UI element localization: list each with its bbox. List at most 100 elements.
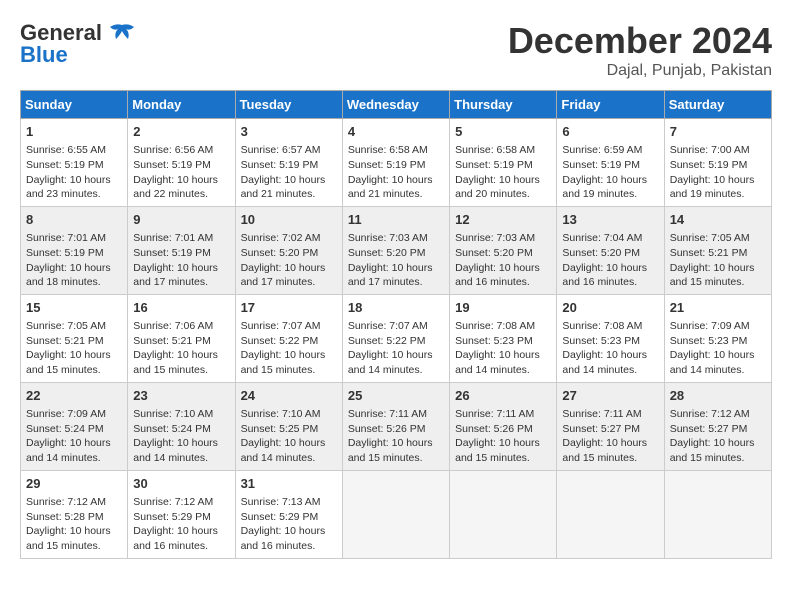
week-row-2: 8 Sunrise: 7:01 AMSunset: 5:19 PMDaylight… bbox=[21, 206, 772, 294]
day-number: 28 bbox=[670, 387, 766, 405]
day-number: 30 bbox=[133, 475, 229, 493]
calendar-cell: 19Sunrise: 7:08 AMSunset: 5:23 PMDayligh… bbox=[450, 294, 557, 382]
calendar-cell bbox=[664, 470, 771, 558]
day-number: 5 bbox=[455, 123, 551, 141]
page-header: General Blue December 2024 Dajal, Punjab… bbox=[20, 20, 772, 80]
day-info: Sunrise: 7:11 AMSunset: 5:26 PMDaylight:… bbox=[348, 408, 433, 464]
logo-blue: Blue bbox=[20, 42, 68, 68]
col-header-friday: Friday bbox=[557, 91, 664, 119]
header-row: SundayMondayTuesdayWednesdayThursdayFrid… bbox=[21, 91, 772, 119]
calendar-cell: 17Sunrise: 7:07 AMSunset: 5:22 PMDayligh… bbox=[235, 294, 342, 382]
calendar-cell bbox=[342, 470, 449, 558]
calendar-cell: 5 Sunrise: 6:58 AMSunset: 5:19 PMDaylight… bbox=[450, 119, 557, 207]
day-info: Sunrise: 7:12 AMSunset: 5:29 PMDaylight:… bbox=[133, 496, 218, 552]
day-info: Sunrise: 7:07 AMSunset: 5:22 PMDaylight:… bbox=[241, 320, 326, 376]
week-row-3: 15 Sunrise: 7:05 AMSunset: 5:21 PMDayligh… bbox=[21, 294, 772, 382]
day-info: Sunrise: 7:05 AMSunset: 5:21 PMDaylight:… bbox=[26, 320, 111, 376]
day-number: 20 bbox=[562, 299, 658, 317]
calendar-table: SundayMondayTuesdayWednesdayThursdayFrid… bbox=[20, 90, 772, 559]
calendar-cell: 4Sunrise: 6:58 AMSunset: 5:19 PMDaylight… bbox=[342, 119, 449, 207]
week-row-5: 29 Sunrise: 7:12 AMSunset: 5:28 PMDayligh… bbox=[21, 470, 772, 558]
week-row-4: 22 Sunrise: 7:09 AMSunset: 5:24 PMDayligh… bbox=[21, 382, 772, 470]
day-info: Sunrise: 6:55 AMSunset: 5:19 PMDaylight:… bbox=[26, 144, 111, 200]
day-info: Sunrise: 6:58 AMSunset: 5:19 PMDaylight:… bbox=[455, 144, 540, 200]
week-row-1: 1 Sunrise: 6:55 AMSunset: 5:19 PMDaylight… bbox=[21, 119, 772, 207]
day-number: 3 bbox=[241, 123, 337, 141]
calendar-cell: 9Sunrise: 7:01 AMSunset: 5:19 PMDaylight… bbox=[128, 206, 235, 294]
day-info: Sunrise: 7:11 AMSunset: 5:26 PMDaylight:… bbox=[455, 408, 540, 464]
location-title: Dajal, Punjab, Pakistan bbox=[508, 62, 772, 80]
calendar-cell bbox=[450, 470, 557, 558]
day-number: 23 bbox=[133, 387, 229, 405]
col-header-sunday: Sunday bbox=[21, 91, 128, 119]
day-number: 14 bbox=[670, 211, 766, 229]
day-number: 19 bbox=[455, 299, 551, 317]
day-info: Sunrise: 7:09 AMSunset: 5:23 PMDaylight:… bbox=[670, 320, 755, 376]
day-info: Sunrise: 7:04 AMSunset: 5:20 PMDaylight:… bbox=[562, 232, 647, 288]
day-number: 6 bbox=[562, 123, 658, 141]
day-number: 29 bbox=[26, 475, 122, 493]
calendar-cell: 6 Sunrise: 6:59 AMSunset: 5:19 PMDaylight… bbox=[557, 119, 664, 207]
day-number: 4 bbox=[348, 123, 444, 141]
calendar-cell: 29 Sunrise: 7:12 AMSunset: 5:28 PMDayligh… bbox=[21, 470, 128, 558]
day-number: 16 bbox=[133, 299, 229, 317]
day-info: Sunrise: 7:13 AMSunset: 5:29 PMDaylight:… bbox=[241, 496, 326, 552]
calendar-cell: 15 Sunrise: 7:05 AMSunset: 5:21 PMDayligh… bbox=[21, 294, 128, 382]
col-header-monday: Monday bbox=[128, 91, 235, 119]
col-header-saturday: Saturday bbox=[664, 91, 771, 119]
calendar-cell: 13Sunrise: 7:04 AMSunset: 5:20 PMDayligh… bbox=[557, 206, 664, 294]
calendar-cell: 18Sunrise: 7:07 AMSunset: 5:22 PMDayligh… bbox=[342, 294, 449, 382]
calendar-cell: 21Sunrise: 7:09 AMSunset: 5:23 PMDayligh… bbox=[664, 294, 771, 382]
col-header-wednesday: Wednesday bbox=[342, 91, 449, 119]
day-number: 24 bbox=[241, 387, 337, 405]
day-number: 2 bbox=[133, 123, 229, 141]
calendar-cell: 11 Sunrise: 7:03 AMSunset: 5:20 PMDayligh… bbox=[342, 206, 449, 294]
day-number: 15 bbox=[26, 299, 122, 317]
day-info: Sunrise: 7:01 AMSunset: 5:19 PMDaylight:… bbox=[133, 232, 218, 288]
day-info: Sunrise: 7:03 AMSunset: 5:20 PMDaylight:… bbox=[455, 232, 540, 288]
day-info: Sunrise: 7:01 AMSunset: 5:19 PMDaylight:… bbox=[26, 232, 111, 288]
day-info: Sunrise: 6:57 AMSunset: 5:19 PMDaylight:… bbox=[241, 144, 326, 200]
calendar-cell: 31 Sunrise: 7:13 AMSunset: 5:29 PMDayligh… bbox=[235, 470, 342, 558]
calendar-cell: 2 Sunrise: 6:56 AMSunset: 5:19 PMDaylight… bbox=[128, 119, 235, 207]
day-number: 10 bbox=[241, 211, 337, 229]
col-header-tuesday: Tuesday bbox=[235, 91, 342, 119]
day-info: Sunrise: 6:56 AMSunset: 5:19 PMDaylight:… bbox=[133, 144, 218, 200]
day-info: Sunrise: 7:05 AMSunset: 5:21 PMDaylight:… bbox=[670, 232, 755, 288]
day-info: Sunrise: 6:59 AMSunset: 5:19 PMDaylight:… bbox=[562, 144, 647, 200]
day-number: 1 bbox=[26, 123, 122, 141]
day-info: Sunrise: 7:02 AMSunset: 5:20 PMDaylight:… bbox=[241, 232, 326, 288]
title-block: December 2024 Dajal, Punjab, Pakistan bbox=[508, 20, 772, 80]
calendar-cell: 16 Sunrise: 7:06 AMSunset: 5:21 PMDayligh… bbox=[128, 294, 235, 382]
calendar-cell: 10 Sunrise: 7:02 AMSunset: 5:20 PMDayligh… bbox=[235, 206, 342, 294]
day-number: 8 bbox=[26, 211, 122, 229]
day-info: Sunrise: 7:10 AMSunset: 5:24 PMDaylight:… bbox=[133, 408, 218, 464]
day-info: Sunrise: 7:08 AMSunset: 5:23 PMDaylight:… bbox=[562, 320, 647, 376]
calendar-cell: 12 Sunrise: 7:03 AMSunset: 5:20 PMDayligh… bbox=[450, 206, 557, 294]
day-info: Sunrise: 7:11 AMSunset: 5:27 PMDaylight:… bbox=[562, 408, 647, 464]
calendar-cell: 27Sunrise: 7:11 AMSunset: 5:27 PMDayligh… bbox=[557, 382, 664, 470]
day-number: 22 bbox=[26, 387, 122, 405]
day-number: 11 bbox=[348, 211, 444, 229]
calendar-cell: 8 Sunrise: 7:01 AMSunset: 5:19 PMDaylight… bbox=[21, 206, 128, 294]
day-number: 7 bbox=[670, 123, 766, 141]
day-number: 18 bbox=[348, 299, 444, 317]
day-number: 26 bbox=[455, 387, 551, 405]
calendar-cell: 14 Sunrise: 7:05 AMSunset: 5:21 PMDayligh… bbox=[664, 206, 771, 294]
day-info: Sunrise: 7:06 AMSunset: 5:21 PMDaylight:… bbox=[133, 320, 218, 376]
day-number: 31 bbox=[241, 475, 337, 493]
calendar-cell: 30 Sunrise: 7:12 AMSunset: 5:29 PMDayligh… bbox=[128, 470, 235, 558]
calendar-cell: 26 Sunrise: 7:11 AMSunset: 5:26 PMDayligh… bbox=[450, 382, 557, 470]
calendar-cell: 7Sunrise: 7:00 AMSunset: 5:19 PMDaylight… bbox=[664, 119, 771, 207]
calendar-cell: 20 Sunrise: 7:08 AMSunset: 5:23 PMDayligh… bbox=[557, 294, 664, 382]
day-info: Sunrise: 7:10 AMSunset: 5:25 PMDaylight:… bbox=[241, 408, 326, 464]
day-info: Sunrise: 7:03 AMSunset: 5:20 PMDaylight:… bbox=[348, 232, 433, 288]
day-info: Sunrise: 7:12 AMSunset: 5:28 PMDaylight:… bbox=[26, 496, 111, 552]
day-number: 12 bbox=[455, 211, 551, 229]
logo: General Blue bbox=[20, 20, 136, 68]
day-info: Sunrise: 7:09 AMSunset: 5:24 PMDaylight:… bbox=[26, 408, 111, 464]
calendar-cell bbox=[557, 470, 664, 558]
calendar-cell: 28Sunrise: 7:12 AMSunset: 5:27 PMDayligh… bbox=[664, 382, 771, 470]
calendar-cell: 22 Sunrise: 7:09 AMSunset: 5:24 PMDayligh… bbox=[21, 382, 128, 470]
calendar-cell: 3 Sunrise: 6:57 AMSunset: 5:19 PMDaylight… bbox=[235, 119, 342, 207]
